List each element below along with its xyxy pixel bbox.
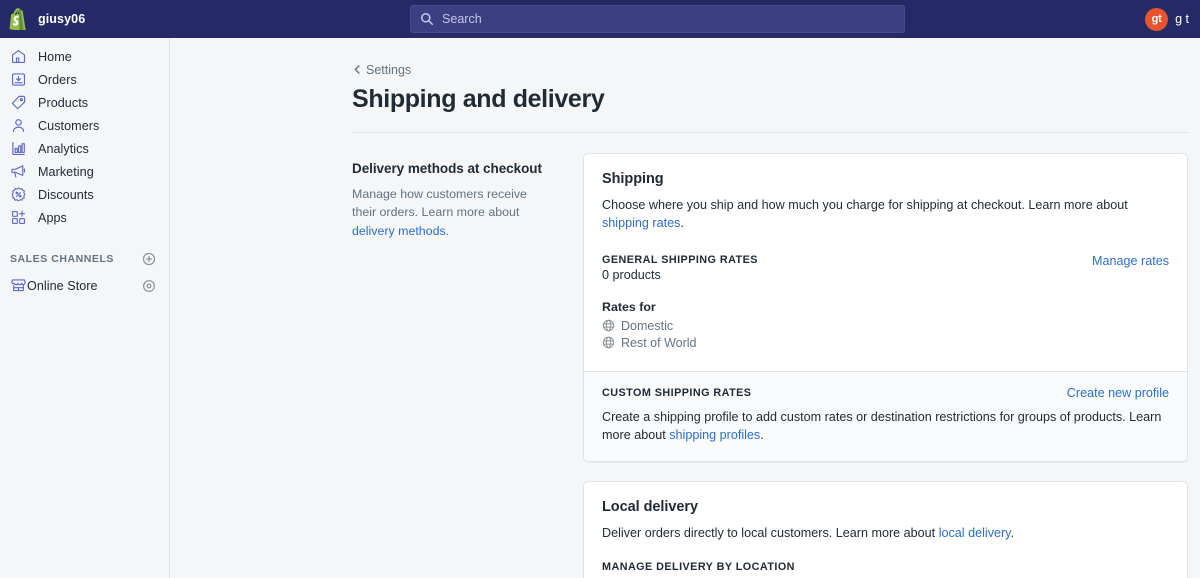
sidebar-item-label: Products bbox=[38, 95, 89, 110]
general-shipping-rates-info: GENERAL SHIPPING RATES 0 products bbox=[602, 254, 758, 282]
breadcrumb-label: Settings bbox=[366, 62, 412, 77]
sidebar-item-label: Analytics bbox=[38, 141, 89, 156]
products-tag-icon bbox=[9, 94, 27, 112]
sidebar-item-label: Discounts bbox=[38, 187, 94, 202]
analytics-bar-chart-icon bbox=[9, 140, 27, 158]
sales-channels-header: SALES CHANNELS bbox=[0, 248, 169, 270]
rate-zone-rest-of-world: Rest of World bbox=[602, 336, 1169, 350]
sidebar-item-label: Marketing bbox=[38, 164, 94, 179]
search-placeholder: Search bbox=[442, 12, 482, 26]
rate-zone-label: Rest of World bbox=[621, 335, 697, 350]
description-text: Manage how customers receive their order… bbox=[352, 186, 527, 220]
sidebar-item-label: Online Store bbox=[27, 278, 98, 293]
sidebar-item-marketing[interactable]: Marketing bbox=[0, 160, 169, 183]
top-bar: giusy06 Search gt g t bbox=[0, 0, 1200, 38]
section-description: Manage how customers receive their order… bbox=[352, 185, 552, 241]
manage-rates-link[interactable]: Manage rates bbox=[1092, 254, 1169, 268]
custom-shipping-rates-label: CUSTOM SHIPPING RATES bbox=[602, 386, 752, 399]
custom-shipping-rates-header: CUSTOM SHIPPING RATES Create new profile bbox=[602, 386, 1169, 400]
local-delivery-link[interactable]: local delivery bbox=[939, 526, 1011, 540]
create-new-profile-link[interactable]: Create new profile bbox=[1067, 386, 1169, 400]
general-shipping-rates-value: 0 products bbox=[602, 267, 661, 282]
local-delivery-card-title: Local delivery bbox=[602, 498, 699, 515]
user-name: g t bbox=[1175, 12, 1189, 26]
description-text: Choose where you ship and how much you c… bbox=[602, 197, 1128, 212]
store-icon bbox=[9, 277, 27, 295]
user-menu[interactable]: gt g t bbox=[1145, 7, 1200, 31]
shipping-profiles-link[interactable]: shipping profiles bbox=[669, 428, 760, 442]
sidebar-item-apps[interactable]: Apps bbox=[0, 206, 169, 229]
sidebar-item-label: Orders bbox=[38, 72, 77, 87]
search-input[interactable]: Search bbox=[410, 5, 906, 33]
sidebar-item-label: Home bbox=[38, 49, 72, 64]
marketing-megaphone-icon bbox=[9, 163, 27, 181]
sales-channels-title: SALES CHANNELS bbox=[10, 253, 114, 265]
sidebar-item-analytics[interactable]: Analytics bbox=[0, 137, 169, 160]
local-delivery-card-description: Deliver orders directly to local custome… bbox=[602, 524, 1169, 543]
custom-shipping-rates-section: CUSTOM SHIPPING RATES Create new profile… bbox=[584, 370, 1187, 461]
description-suffix: . bbox=[760, 428, 764, 442]
eye-icon[interactable] bbox=[142, 279, 156, 293]
cards-column: Shipping Choose where you ship and how m… bbox=[583, 152, 1188, 578]
shipping-card-body: Shipping Choose where you ship and how m… bbox=[584, 154, 1187, 371]
content-columns: Delivery methods at checkout Manage how … bbox=[170, 133, 1200, 578]
shipping-rates-link[interactable]: shipping rates bbox=[602, 216, 680, 230]
sidebar-item-customers[interactable]: Customers bbox=[0, 114, 169, 137]
rate-zone-domestic: Domestic bbox=[602, 319, 1169, 333]
delivery-methods-link[interactable]: delivery methods bbox=[352, 224, 446, 238]
description-suffix: . bbox=[680, 216, 684, 230]
orders-icon bbox=[9, 71, 27, 89]
rates-for-section: Rates for Domestic Rest of World bbox=[602, 300, 1169, 350]
store-name: giusy06 bbox=[38, 12, 86, 26]
main-content: Settings Shipping and delivery Delivery … bbox=[170, 38, 1200, 578]
shopify-bag-icon bbox=[9, 8, 29, 30]
description-suffix: . bbox=[1010, 525, 1015, 540]
sidebar-item-label: Customers bbox=[38, 118, 100, 133]
local-delivery-card-body: Local delivery Deliver orders directly t… bbox=[584, 482, 1187, 578]
sidebar-item-orders[interactable]: Orders bbox=[0, 68, 169, 91]
delivery-methods-description: Delivery methods at checkout Manage how … bbox=[352, 153, 552, 241]
sidebar-item-online-store[interactable]: Online Store bbox=[0, 274, 169, 297]
discounts-percent-icon bbox=[9, 186, 27, 204]
rate-zone-label: Domestic bbox=[621, 318, 674, 333]
local-delivery-card: Local delivery Deliver orders directly t… bbox=[583, 480, 1188, 578]
general-shipping-rates-row: GENERAL SHIPPING RATES 0 products Manage… bbox=[602, 254, 1169, 282]
shipping-card-description: Choose where you ship and how much you c… bbox=[602, 196, 1169, 233]
sidebar-item-products[interactable]: Products bbox=[0, 91, 169, 114]
rates-for-label: Rates for bbox=[602, 299, 656, 314]
general-shipping-rates-label: GENERAL SHIPPING RATES bbox=[602, 253, 758, 266]
description-text: Deliver orders directly to local custome… bbox=[602, 525, 939, 540]
globe-icon bbox=[602, 336, 615, 349]
manage-delivery-by-location-label: MANAGE DELIVERY BY LOCATION bbox=[602, 561, 795, 573]
home-icon bbox=[9, 48, 27, 66]
search-icon bbox=[420, 12, 434, 26]
shipping-card: Shipping Choose where you ship and how m… bbox=[583, 152, 1188, 462]
section-heading: Delivery methods at checkout bbox=[352, 160, 542, 176]
custom-shipping-rates-description: Create a shipping profile to add custom … bbox=[602, 408, 1169, 445]
customers-person-icon bbox=[9, 117, 27, 135]
sidebar-item-label: Apps bbox=[38, 210, 67, 225]
sidebar-item-home[interactable]: Home bbox=[0, 45, 169, 68]
globe-icon bbox=[602, 319, 615, 332]
plus-circle-icon[interactable] bbox=[142, 252, 156, 266]
search-wrapper: Search bbox=[170, 5, 1145, 33]
chevron-left-icon bbox=[352, 64, 363, 75]
sidebar: Home Orders Products Customers Analytics… bbox=[0, 38, 170, 578]
page-title: Shipping and delivery bbox=[352, 84, 605, 113]
apps-grid-plus-icon bbox=[9, 209, 27, 227]
shipping-card-title: Shipping bbox=[602, 170, 664, 187]
avatar: gt bbox=[1145, 7, 1169, 31]
breadcrumb[interactable]: Settings bbox=[352, 63, 411, 77]
sidebar-item-discounts[interactable]: Discounts bbox=[0, 183, 169, 206]
brand-area[interactable]: giusy06 bbox=[0, 8, 170, 30]
page-header: Settings Shipping and delivery bbox=[170, 38, 1200, 115]
description-suffix: . bbox=[445, 223, 450, 238]
